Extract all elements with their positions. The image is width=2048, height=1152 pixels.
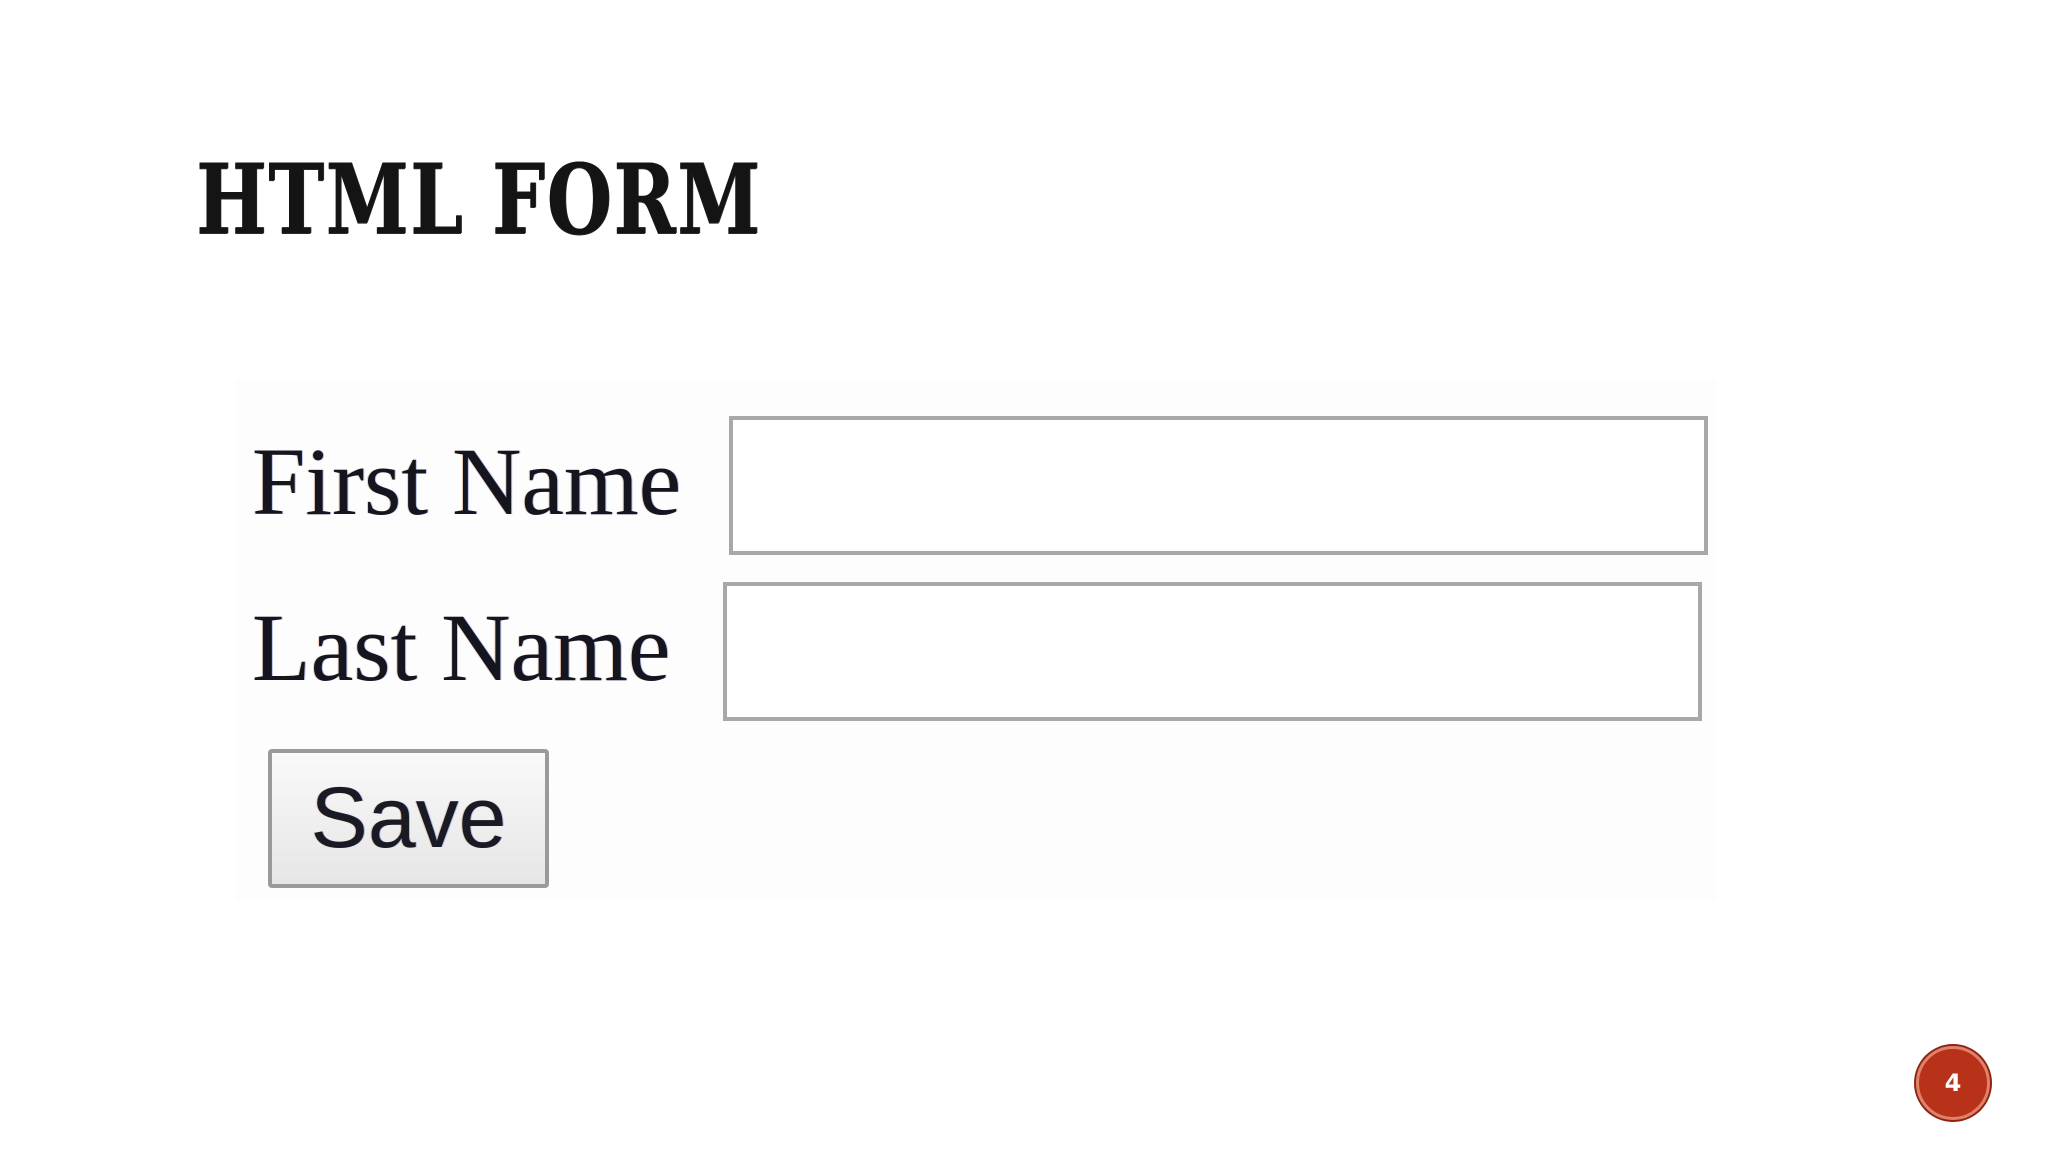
slide-title: HTML FORM (196, 143, 762, 256)
page-number-badge: 4 (1916, 1046, 1990, 1120)
page-number: 4 (1944, 1069, 1962, 1097)
first-name-label: First Name (252, 428, 682, 535)
first-name-input[interactable] (729, 416, 1708, 555)
slide: HTML FORM First Name Last Name Save 4 (0, 0, 2048, 1152)
save-button[interactable]: Save (268, 749, 549, 888)
last-name-input[interactable] (723, 582, 1702, 721)
last-name-label: Last Name (252, 594, 671, 701)
